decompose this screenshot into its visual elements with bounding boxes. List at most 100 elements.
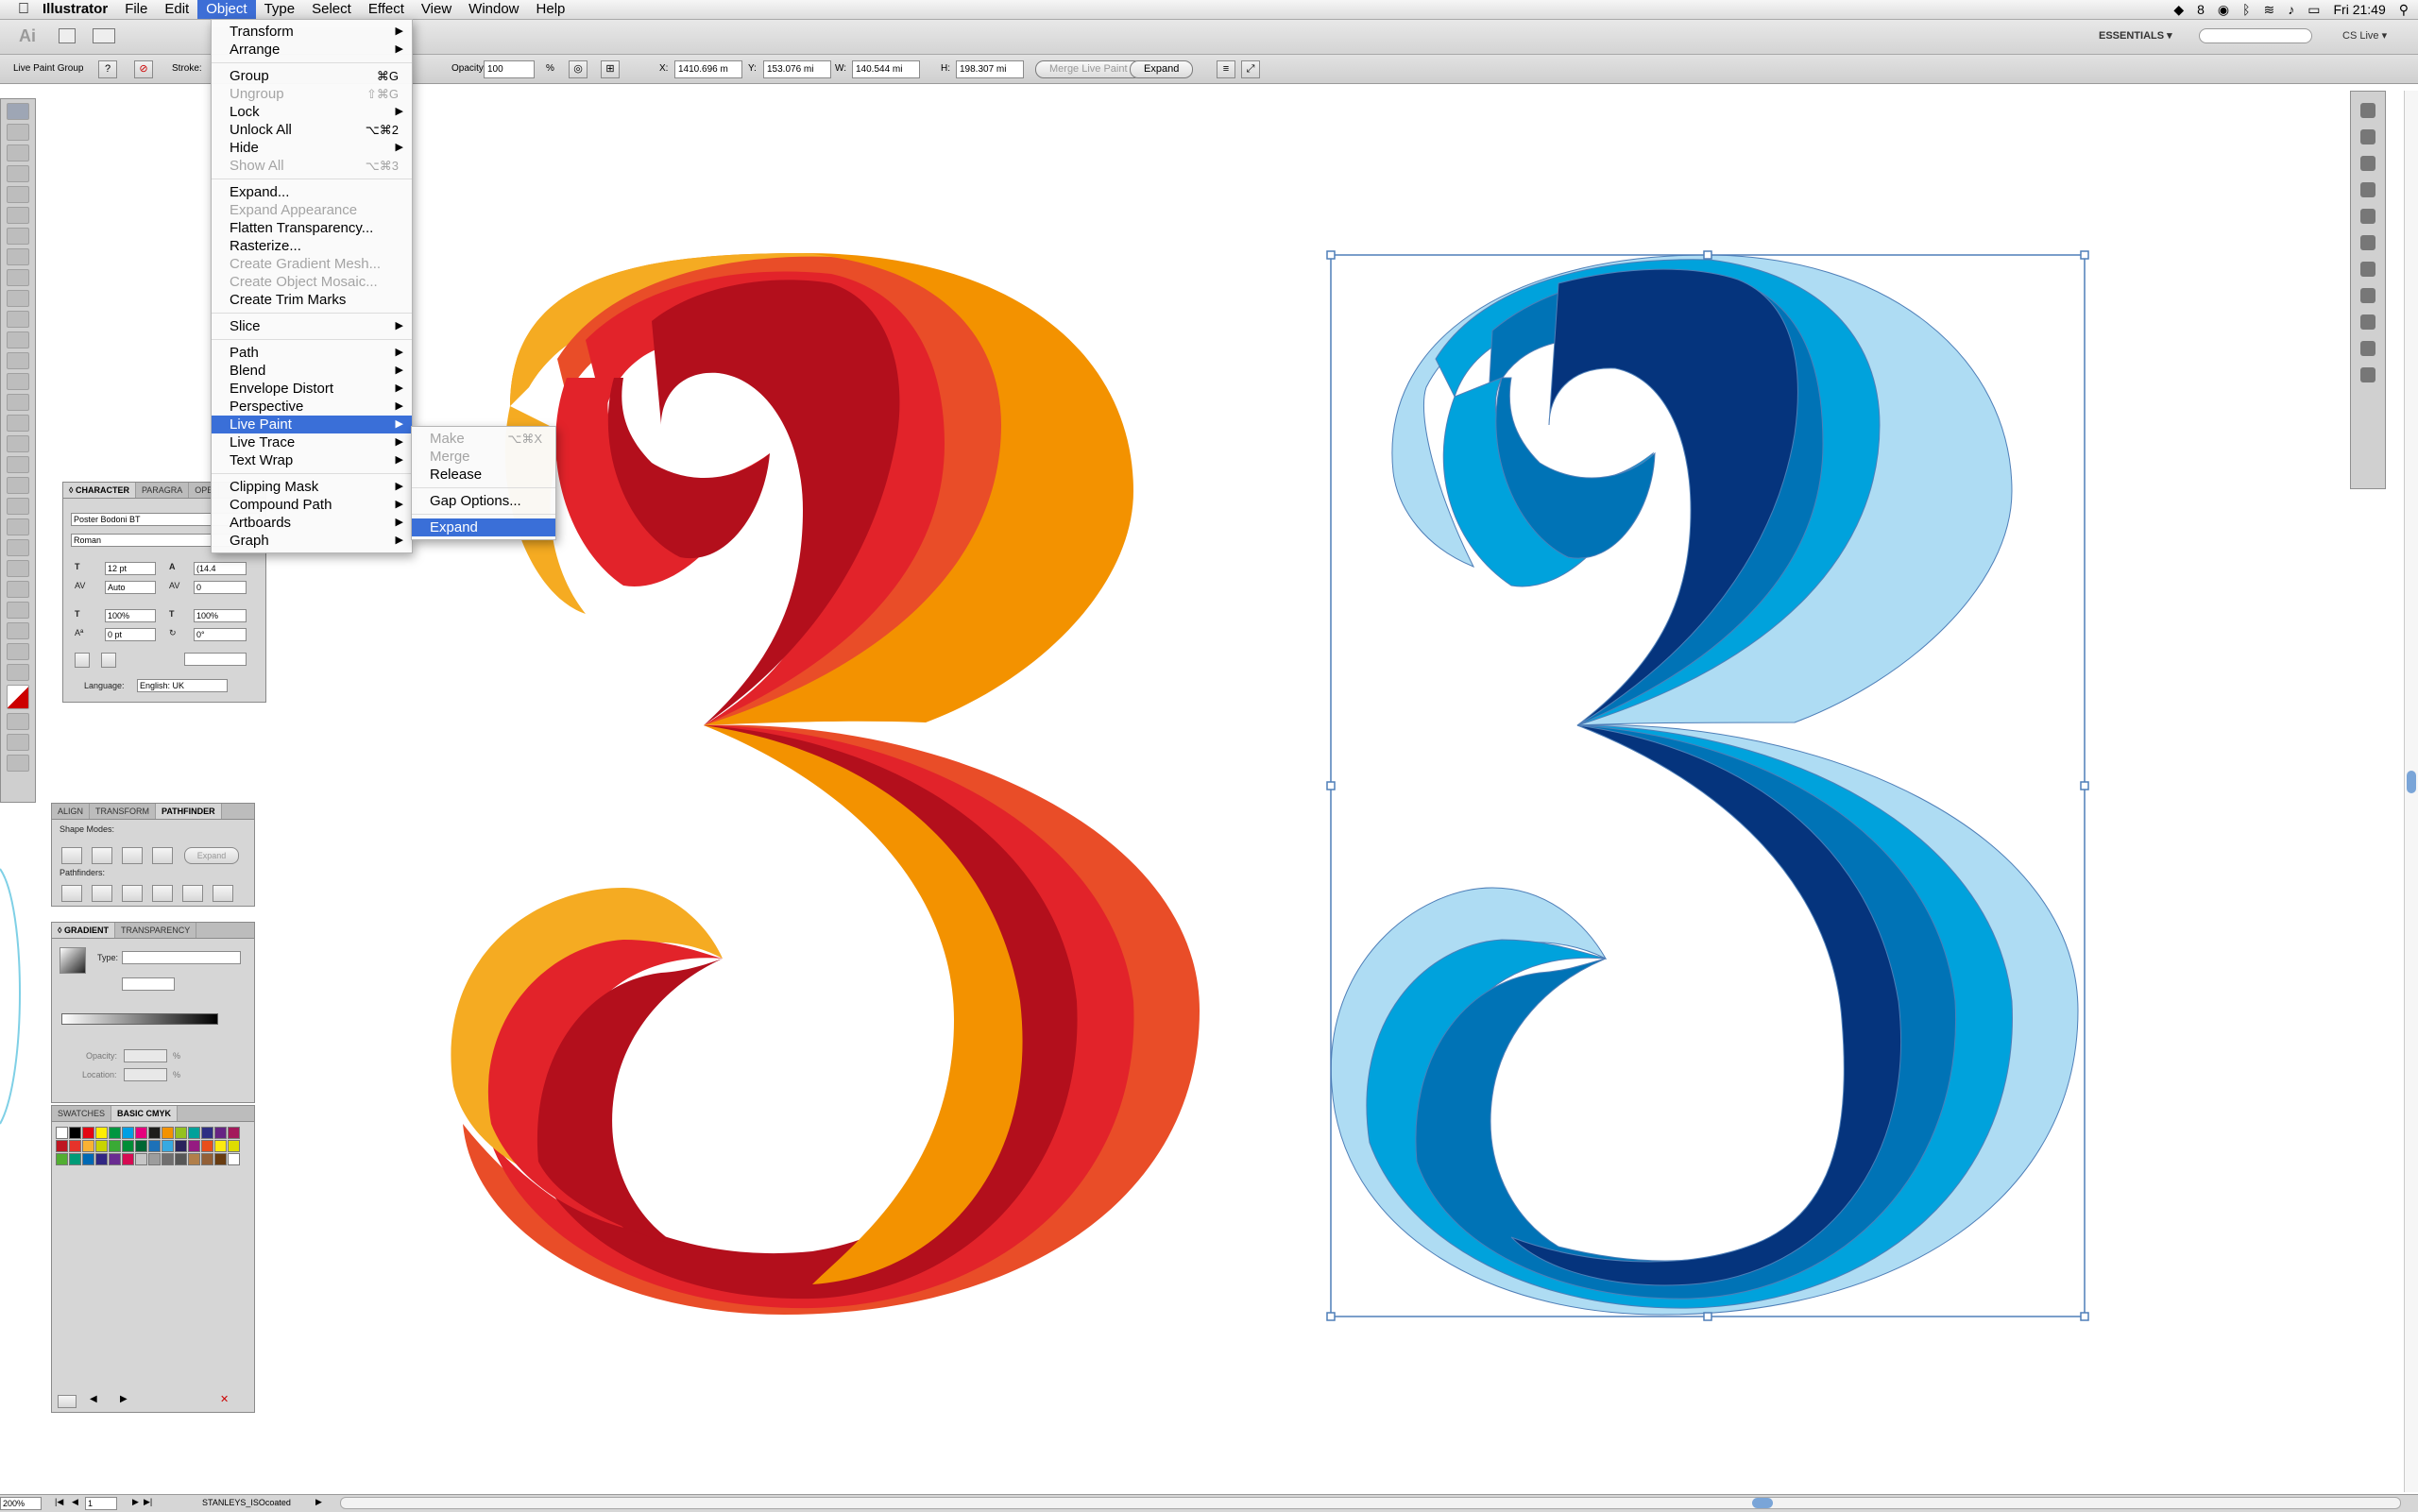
artboards-icon[interactable] [2360, 235, 2375, 250]
first-artboard-icon[interactable]: |◀ [55, 1497, 63, 1507]
color-swatch[interactable] [148, 1153, 161, 1165]
color-swatch[interactable] [109, 1140, 121, 1152]
color-swatch[interactable] [188, 1140, 200, 1152]
unite-button[interactable] [61, 847, 82, 864]
crop-button[interactable] [152, 885, 173, 902]
zoom-field[interactable]: 200% [0, 1497, 42, 1510]
gradient-opacity-field[interactable] [124, 1049, 167, 1062]
color-swatch[interactable] [56, 1153, 68, 1165]
color-swatch[interactable] [148, 1127, 161, 1139]
color-swatch[interactable] [69, 1153, 81, 1165]
color-swatch[interactable] [122, 1153, 134, 1165]
intersect-button[interactable] [122, 847, 143, 864]
gradient-location-field[interactable] [124, 1068, 167, 1081]
color-swatch[interactable] [95, 1140, 108, 1152]
strikethrough-button[interactable] [101, 653, 116, 668]
divide-button[interactable] [61, 885, 82, 902]
exclude-button[interactable] [152, 847, 173, 864]
menu-item-slice[interactable]: Slice ▶ [212, 317, 412, 335]
last-artboard-icon[interactable]: ▶| [144, 1497, 152, 1507]
menu-item-group[interactable]: Group ⌘G [212, 67, 412, 85]
color-swatch[interactable] [95, 1127, 108, 1139]
prev-library-icon[interactable]: ◀ [90, 1394, 97, 1404]
tab-transform[interactable]: TRANSFORM [90, 804, 157, 819]
color-swatch[interactable] [82, 1140, 94, 1152]
font-size-field[interactable]: 12 pt [105, 562, 156, 575]
submenu-item-expand[interactable]: Expand [412, 518, 555, 536]
color-swatch[interactable] [188, 1127, 200, 1139]
close-library-icon[interactable]: ✕ [220, 1393, 229, 1405]
color-swatch[interactable] [82, 1153, 94, 1165]
graphic-styles-icon[interactable] [2360, 182, 2375, 197]
color-swatch[interactable] [148, 1140, 161, 1152]
color-swatch[interactable] [188, 1153, 200, 1165]
menu-item-clipping-mask[interactable]: Clipping Mask ▶ [212, 478, 412, 496]
color-swatch[interactable] [175, 1140, 187, 1152]
color-panel-icon[interactable] [2360, 103, 2375, 118]
color-swatch[interactable] [56, 1127, 68, 1139]
color-swatch[interactable] [214, 1140, 227, 1152]
color-swatch[interactable] [109, 1153, 121, 1165]
menu-item-blend[interactable]: Blend ▶ [212, 362, 412, 380]
minus-back-button[interactable] [213, 885, 233, 902]
tab-transparency[interactable]: TRANSPARENCY [115, 923, 197, 938]
color-swatch[interactable] [82, 1127, 94, 1139]
gradient-preview-swatch[interactable] [60, 947, 86, 974]
language-select[interactable]: English: UK [137, 679, 228, 692]
status-menu-icon[interactable]: ▶ [315, 1497, 322, 1507]
trim-button[interactable] [92, 885, 112, 902]
stroke-panel-icon[interactable] [2360, 314, 2375, 330]
kerning-field[interactable]: Auto [105, 581, 156, 594]
color-swatch[interactable] [95, 1153, 108, 1165]
navigator-icon[interactable] [2360, 367, 2375, 382]
menu-item-live-paint[interactable]: Live Paint ▶ [212, 416, 412, 433]
color-swatch[interactable] [122, 1140, 134, 1152]
color-swatch[interactable] [228, 1140, 240, 1152]
color-swatch[interactable] [228, 1127, 240, 1139]
color-swatch[interactable] [214, 1153, 227, 1165]
color-swatch[interactable] [201, 1127, 213, 1139]
menu-item-expand[interactable]: Expand... [212, 183, 412, 201]
swatch-library-button[interactable] [58, 1395, 77, 1408]
menu-item-transform[interactable]: Transform ▶ [212, 23, 412, 41]
outline-button[interactable] [182, 885, 203, 902]
underline-button[interactable] [75, 653, 90, 668]
menu-item-path[interactable]: Path ▶ [212, 344, 412, 362]
color-profile-label[interactable]: STANLEYS_ISOcoated [202, 1498, 291, 1507]
horizontal-scale-field[interactable]: 100% [194, 609, 247, 622]
character-rotation-field[interactable]: 0° [194, 628, 247, 641]
menu-item-arrange[interactable]: Arrange ▶ [212, 41, 412, 59]
cool-numeral-three[interactable] [1330, 254, 2086, 1317]
vertical-scroll-thumb[interactable] [2407, 771, 2416, 793]
color-swatch[interactable] [135, 1140, 147, 1152]
menu-item-compound-path[interactable]: Compound Path ▶ [212, 496, 412, 514]
menu-item-hide[interactable]: Hide ▶ [212, 139, 412, 157]
color-swatch[interactable] [122, 1127, 134, 1139]
tab-paragraph[interactable]: PARAGRA [136, 483, 190, 498]
color-swatch[interactable] [175, 1127, 187, 1139]
menu-item-lock[interactable]: Lock ▶ [212, 103, 412, 121]
character-styles-icon[interactable] [2360, 341, 2375, 356]
menu-item-rasterize[interactable]: Rasterize... [212, 237, 412, 255]
menu-item-graph[interactable]: Graph ▶ [212, 532, 412, 550]
prev-artboard-icon[interactable]: ◀ [72, 1497, 78, 1507]
merge-button[interactable] [122, 885, 143, 902]
color-swatch[interactable] [69, 1140, 81, 1152]
color-swatch[interactable] [201, 1153, 213, 1165]
menu-item-artboards[interactable]: Artboards ▶ [212, 514, 412, 532]
submenu-item-gap-options[interactable]: Gap Options... [412, 492, 555, 510]
menu-item-create-trim-marks[interactable]: Create Trim Marks [212, 291, 412, 309]
tab-swatches[interactable]: SWATCHES [52, 1106, 112, 1121]
color-swatch[interactable] [228, 1153, 240, 1165]
menu-item-flatten-transparency[interactable]: Flatten Transparency... [212, 219, 412, 237]
anti-aliasing-field[interactable] [184, 653, 247, 666]
color-swatch[interactable] [135, 1127, 147, 1139]
color-swatch[interactable] [56, 1140, 68, 1152]
color-swatch[interactable] [175, 1153, 187, 1165]
tab-character[interactable]: ◊ CHARACTER [63, 483, 136, 498]
vertical-scale-field[interactable]: 100% [105, 609, 156, 622]
color-swatch[interactable] [162, 1140, 174, 1152]
menu-item-envelope-distort[interactable]: Envelope Distort ▶ [212, 380, 412, 398]
tab-pathfinder[interactable]: PATHFINDER [156, 804, 222, 819]
horizontal-scroll-thumb[interactable] [1752, 1498, 1773, 1508]
